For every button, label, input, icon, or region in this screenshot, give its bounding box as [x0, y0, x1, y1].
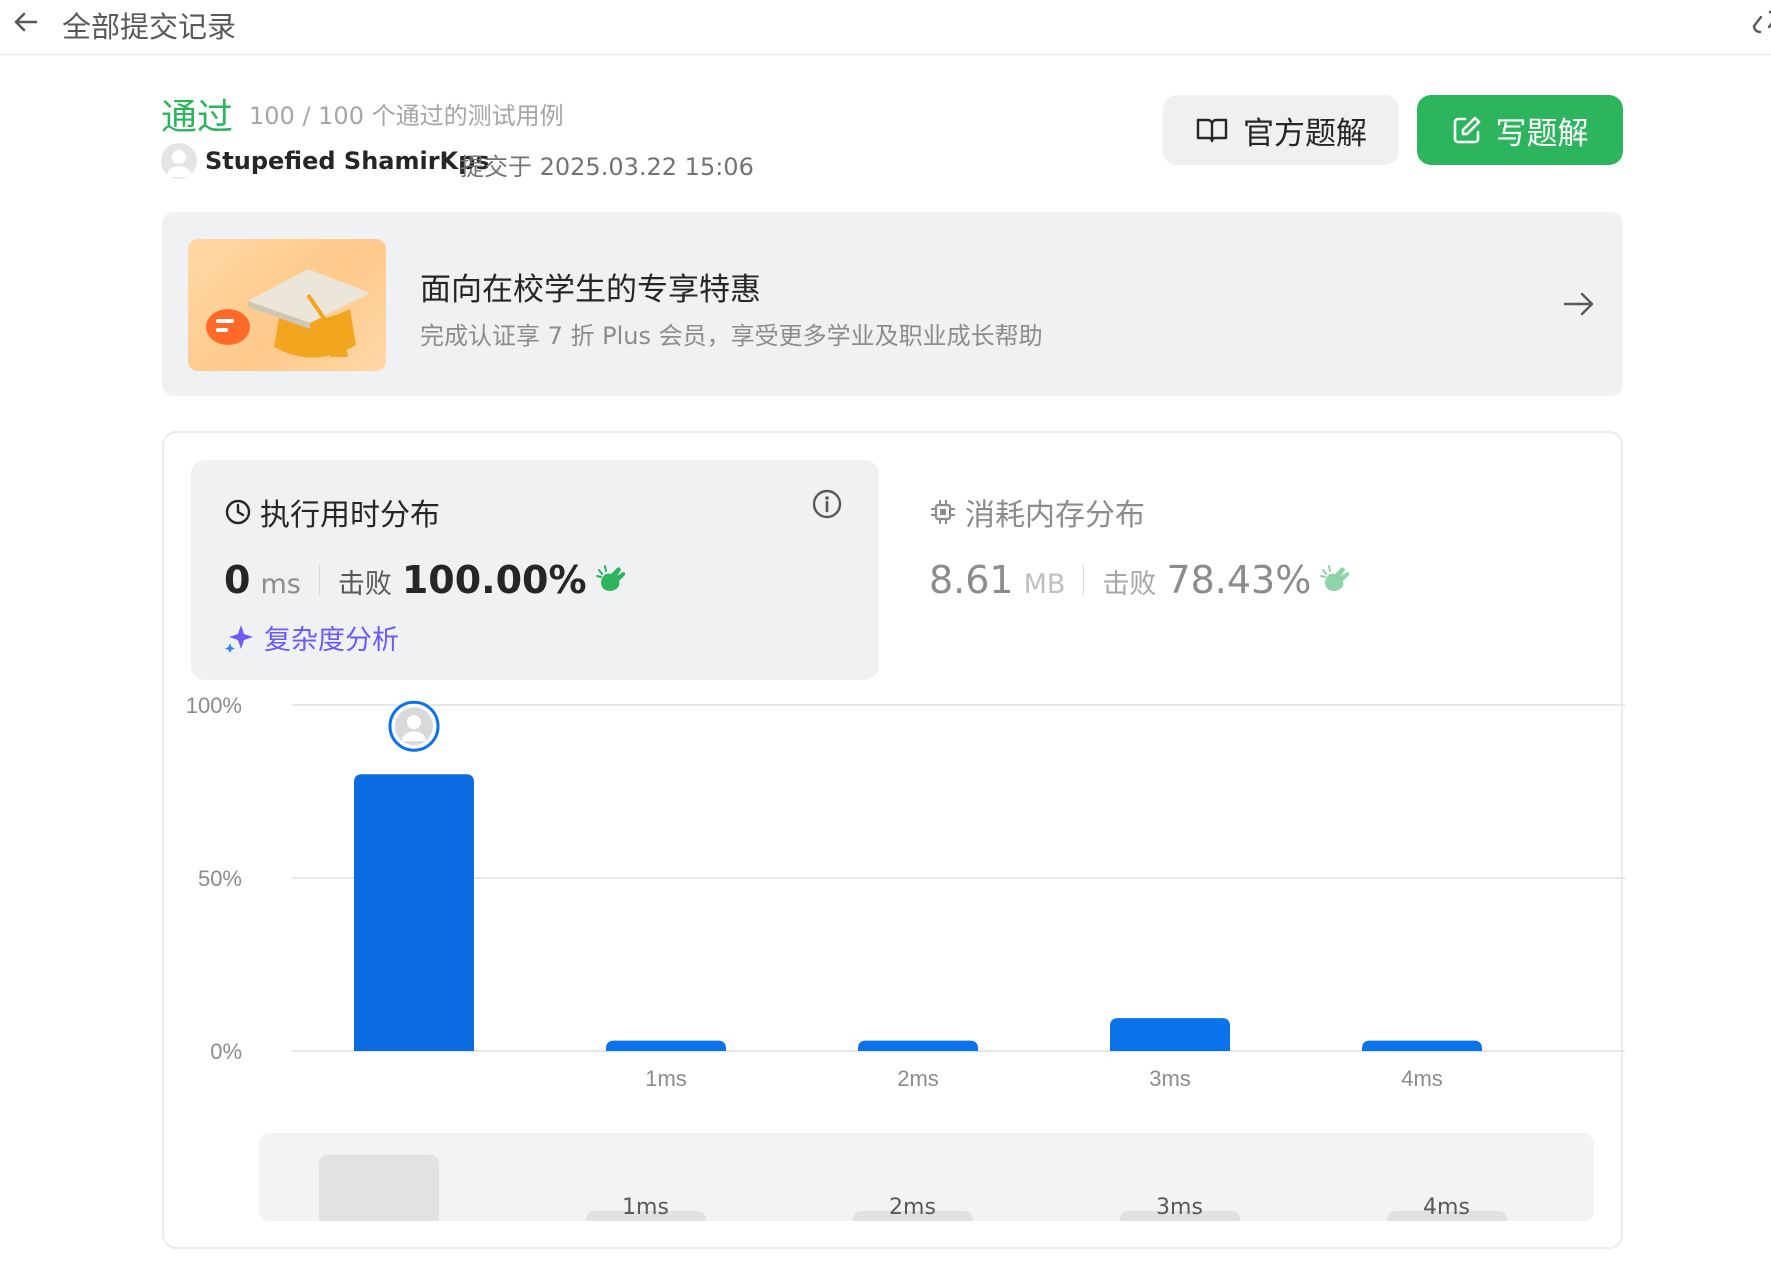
submitter-name[interactable]: Stupefied ShamirKps [205, 147, 490, 175]
x-tick-label: 3ms [1149, 1066, 1191, 1091]
y-tick-label: 0% [210, 1039, 242, 1064]
y-tick-label: 100% [186, 693, 242, 718]
minimap-tick-label: 1ms [622, 1195, 669, 1220]
stats-card: 执行用时分布 0 ms 击败 100.00% 复杂度分析 消耗内存分布 8.61… [162, 431, 1625, 1249]
x-tick-label: 2ms [897, 1066, 939, 1091]
submission-time: 提交于 2025.03.22 15:06 [460, 153, 754, 181]
runtime-value: 0 [224, 558, 251, 602]
divider [1083, 565, 1085, 595]
minimap-tick-label: 3ms [1156, 1195, 1203, 1220]
sparkle-icon [225, 624, 253, 653]
runtime-title: 执行用时分布 [224, 490, 440, 534]
link-icon[interactable] [1752, 8, 1771, 36]
graduation-cap-illustration [188, 239, 386, 371]
memory-unit: MB [1023, 569, 1066, 600]
runtime-beat-percent: 100.00% [401, 558, 587, 602]
memory-value-row: 8.61 MB 击败 78.43% [929, 558, 1353, 602]
clap-icon [595, 565, 625, 591]
clock-icon [225, 499, 251, 525]
bar[interactable] [858, 1040, 978, 1051]
bar[interactable] [354, 774, 474, 1051]
avatar[interactable] [161, 143, 197, 179]
write-solution-button[interactable]: 写题解 [1417, 95, 1623, 165]
bar[interactable] [1110, 1018, 1230, 1051]
chart-range-minimap[interactable]: 1ms 2ms 3ms 4ms [259, 1133, 1594, 1221]
bar[interactable] [606, 1040, 726, 1051]
promo-title: 面向在校学生的专享特惠 [420, 272, 761, 308]
complexity-analysis-link[interactable]: 复杂度分析 [224, 618, 399, 657]
official-solution-label: 官方题解 [1243, 115, 1367, 152]
passed-testcases: 100 / 100 个通过的测试用例 [249, 102, 564, 130]
arrow-right-icon [1563, 292, 1594, 316]
runtime-title-label: 执行用时分布 [260, 498, 440, 533]
edit-icon [1453, 116, 1480, 144]
memory-title: 消耗内存分布 [929, 490, 1145, 534]
runtime-panel[interactable]: 执行用时分布 0 ms 击败 100.00% 复杂度分析 [191, 460, 879, 680]
info-icon[interactable] [811, 488, 843, 520]
bar[interactable] [1362, 1040, 1482, 1051]
top-bar: 全部提交记录 [0, 0, 1771, 55]
status-accepted: 通过 [161, 97, 234, 138]
user-avatar-head [407, 715, 421, 730]
promo-subtitle: 完成认证享 7 折 Plus 会员，享受更多学业及职业成长帮助 [420, 322, 1043, 350]
official-solution-button[interactable]: 官方题解 [1163, 95, 1399, 165]
book-icon [1196, 118, 1228, 143]
memory-value: 8.61 [929, 558, 1014, 602]
memory-panel[interactable]: 消耗内存分布 8.61 MB 击败 78.43% [929, 460, 1589, 680]
x-tick-label: 1ms [645, 1066, 687, 1091]
runtime-beat-label: 击败 [337, 569, 392, 600]
arrow-left-icon[interactable] [10, 6, 42, 38]
chip-icon [931, 500, 955, 524]
memory-beat-percent: 78.43% [1166, 558, 1312, 602]
minimap-bar [318, 1155, 439, 1221]
minimap-tick-label: 2ms [889, 1195, 936, 1220]
page-title: 全部提交记录 [62, 10, 237, 44]
memory-title-label: 消耗内存分布 [965, 498, 1145, 533]
runtime-unit: ms [260, 569, 301, 600]
minimap-tick-label: 4ms [1423, 1195, 1470, 1220]
write-solution-label: 写题解 [1495, 115, 1589, 152]
student-promo-banner[interactable]: 面向在校学生的专享特惠 完成认证享 7 折 Plus 会员，享受更多学业及职业成… [162, 212, 1623, 396]
divider [318, 565, 320, 595]
memory-beat-label: 击败 [1102, 569, 1157, 600]
runtime-distribution-chart[interactable]: 0% 50% 100% 1ms 2ms 3ms 4ms [164, 693, 1625, 1153]
complexity-analysis-label: 复杂度分析 [264, 625, 399, 656]
clap-icon [1320, 565, 1350, 591]
runtime-value-row: 0 ms 击败 100.00% [224, 558, 629, 602]
x-tick-label: 4ms [1401, 1066, 1443, 1091]
y-tick-label: 50% [198, 866, 242, 891]
